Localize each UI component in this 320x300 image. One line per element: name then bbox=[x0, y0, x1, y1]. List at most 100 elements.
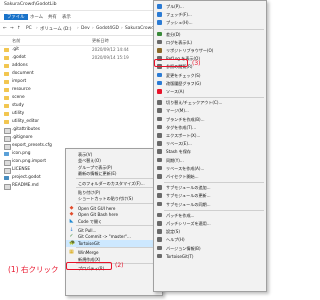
submenu-item[interactable]: パッチシリーズを適用... bbox=[154, 220, 266, 227]
breadcrumb-dev[interactable]: Dev bbox=[81, 26, 90, 31]
file-row[interactable]: .gitattributes bbox=[0, 126, 150, 134]
file-row[interactable]: utility_editor bbox=[0, 118, 150, 126]
submenu-item[interactable]: タグを作成(T)... bbox=[154, 124, 266, 131]
column-name[interactable]: 名前 bbox=[12, 38, 20, 44]
apply-patch-icon bbox=[157, 221, 162, 226]
menu-item-label: Open Git Bash here bbox=[78, 212, 119, 218]
submenu-item[interactable]: Stash を保存 bbox=[154, 148, 266, 155]
file-row[interactable]: import bbox=[0, 78, 150, 86]
submenu-item[interactable]: プッシュ(H)... bbox=[154, 19, 266, 26]
revgraph-icon bbox=[157, 80, 162, 86]
file-row[interactable]: document bbox=[0, 70, 150, 78]
submenu-item[interactable]: サブモジュールの追加... bbox=[154, 184, 266, 191]
context-menu-item[interactable]: ショートカットの貼り付け(S) bbox=[66, 195, 162, 202]
file-row[interactable]: study bbox=[0, 102, 150, 110]
file-name: addons bbox=[12, 63, 28, 69]
file-name: .git bbox=[12, 47, 19, 53]
file-name: export_presets.cfg bbox=[12, 143, 52, 149]
patch-icon bbox=[157, 212, 162, 218]
ribbon-tab-home[interactable]: ホーム bbox=[30, 14, 43, 20]
rebase-icon bbox=[157, 141, 162, 146]
menu-item-label: Open Git GUI here bbox=[78, 205, 116, 211]
submenu-item[interactable]: ヘルプ(H) bbox=[154, 236, 266, 243]
submenu-item[interactable]: 差分(D) bbox=[154, 31, 266, 38]
annotation-step3: (3) bbox=[192, 60, 201, 67]
submenu-item[interactable]: リポジトリブラウザー(O) bbox=[154, 47, 266, 54]
menu-separator bbox=[76, 187, 160, 188]
create-rebase-icon bbox=[157, 165, 162, 171]
check-icon bbox=[157, 72, 162, 78]
menu-separator bbox=[76, 225, 160, 226]
file-name: scene bbox=[12, 95, 25, 101]
submenu-item[interactable]: バージョン情報(B) bbox=[154, 245, 266, 252]
context-menu-item[interactable]: 最新の情報に更新(E) bbox=[66, 170, 162, 177]
stash-icon bbox=[157, 149, 162, 154]
breadcrumb-pc[interactable]: PC bbox=[26, 26, 32, 31]
submenu-item[interactable]: 変更をチェック(S) bbox=[154, 72, 266, 79]
submenu-item[interactable]: ソース(A) bbox=[154, 88, 266, 95]
file-row[interactable]: utility bbox=[0, 110, 150, 118]
menu-item-label: 最新の情報に更新(E) bbox=[78, 171, 117, 177]
file-row[interactable]: .git 2020/09/12 14:44 bbox=[0, 46, 150, 54]
submenu-item[interactable]: マージ(M)... bbox=[154, 107, 266, 114]
submenu-item-label: バージョン情報(B) bbox=[166, 245, 201, 251]
file-date: 2020/09/14 15:19 bbox=[92, 55, 129, 61]
ribbon-tab-share[interactable]: 共有 bbox=[48, 14, 57, 20]
submenu-item[interactable]: 設定(S) bbox=[154, 228, 266, 235]
submenu-item-label: 設定(S) bbox=[166, 229, 180, 235]
submenu-item[interactable]: エクスポート(X)... bbox=[154, 132, 266, 139]
file-row[interactable]: scene bbox=[0, 94, 150, 102]
submenu-item[interactable]: リベース(E)... bbox=[154, 140, 266, 147]
submenu-item-label: ソース(A) bbox=[166, 89, 185, 94]
submenu-item-label: ログを表示(L) bbox=[166, 39, 192, 45]
submenu-item[interactable]: プル(P)... bbox=[154, 3, 266, 10]
file-row[interactable]: resource bbox=[0, 86, 150, 94]
submodule-update-icon bbox=[157, 193, 162, 198]
context-menu-item[interactable]: ◣ Code で開く bbox=[66, 218, 162, 225]
context-menu-item[interactable]: 🐢TortoiseGit› bbox=[66, 239, 162, 247]
submenu-item[interactable]: サブモジュールの同期... bbox=[154, 201, 266, 208]
menu-item-label: ショートカットの貼り付け(S) bbox=[78, 196, 133, 202]
submenu-item-label: プッシュ(H)... bbox=[166, 20, 193, 26]
submenu-item-label: リポジトリブラウザー(O) bbox=[166, 48, 214, 53]
submenu-item[interactable]: ログを表示(L) bbox=[154, 39, 266, 46]
menu-separator bbox=[76, 177, 160, 179]
breadcrumb-volume[interactable]: ボリューム (D:) bbox=[40, 26, 72, 32]
submenu-item-label: 差分(D) bbox=[166, 31, 181, 37]
export-icon bbox=[157, 133, 162, 138]
submenu-item[interactable]: リベースを作成(A)... bbox=[154, 165, 266, 172]
breadcrumb-godot4gd[interactable]: Godot4GD bbox=[96, 26, 119, 31]
submenu-item[interactable]: バイセクト開始... bbox=[154, 173, 266, 180]
submenu-item[interactable]: フェッチ(F)... bbox=[154, 11, 266, 18]
file-name: study bbox=[12, 103, 24, 109]
up-icon[interactable]: ↑ bbox=[17, 26, 21, 31]
fetch-icon bbox=[157, 12, 162, 17]
file-row[interactable]: addons bbox=[0, 62, 150, 70]
column-date[interactable]: 更新日時 bbox=[92, 38, 109, 44]
winmerge-icon: ▦ bbox=[69, 249, 74, 256]
submenu-item[interactable]: サブモジュールの更新... bbox=[154, 192, 266, 199]
submenu-item[interactable]: ブランチを作成(B)... bbox=[154, 116, 266, 123]
submodule-add-icon bbox=[157, 185, 162, 190]
context-menu-item[interactable]: このフォルダーのカスタマイズ(F)... bbox=[66, 180, 162, 187]
ribbon-tab-view[interactable]: 表示 bbox=[62, 14, 71, 20]
file-name: .godot bbox=[12, 55, 26, 61]
submenu-item[interactable]: 切り替え/チェックアウト(C)... bbox=[154, 99, 266, 106]
file-row[interactable]: .gitignore bbox=[0, 134, 150, 142]
submenu-item[interactable]: 改版履歴グラフ(G) bbox=[154, 80, 266, 87]
submenu-item-label: 同期(Y)... bbox=[166, 157, 184, 163]
forward-icon[interactable]: → bbox=[10, 26, 14, 31]
context-menu: 表示(V)›並べ替え(O)›グループで表示(P)›最新の情報に更新(E)このフォ… bbox=[65, 148, 163, 296]
submenu-item-label: エクスポート(X)... bbox=[166, 133, 201, 138]
submenu-item[interactable]: TortoiseGit(T) bbox=[154, 253, 266, 260]
ribbon-tab-file[interactable]: ファイル bbox=[4, 14, 28, 20]
submenu-item[interactable]: 同期(Y)... bbox=[154, 157, 266, 164]
breadcrumb-sakuracrowd[interactable]: SakuraCrowd bbox=[125, 26, 154, 31]
tag-icon bbox=[157, 124, 162, 130]
file-row[interactable]: .godot 2020/09/14 15:19 bbox=[0, 54, 150, 62]
submenu-item-label: 切り替え/チェックアウト(C)... bbox=[166, 100, 223, 106]
submenu-item-label: マージ(M)... bbox=[166, 108, 189, 114]
submenu-item[interactable]: パッチを作成... bbox=[154, 212, 266, 219]
source-icon bbox=[157, 89, 162, 94]
back-icon[interactable]: ← bbox=[3, 26, 7, 31]
